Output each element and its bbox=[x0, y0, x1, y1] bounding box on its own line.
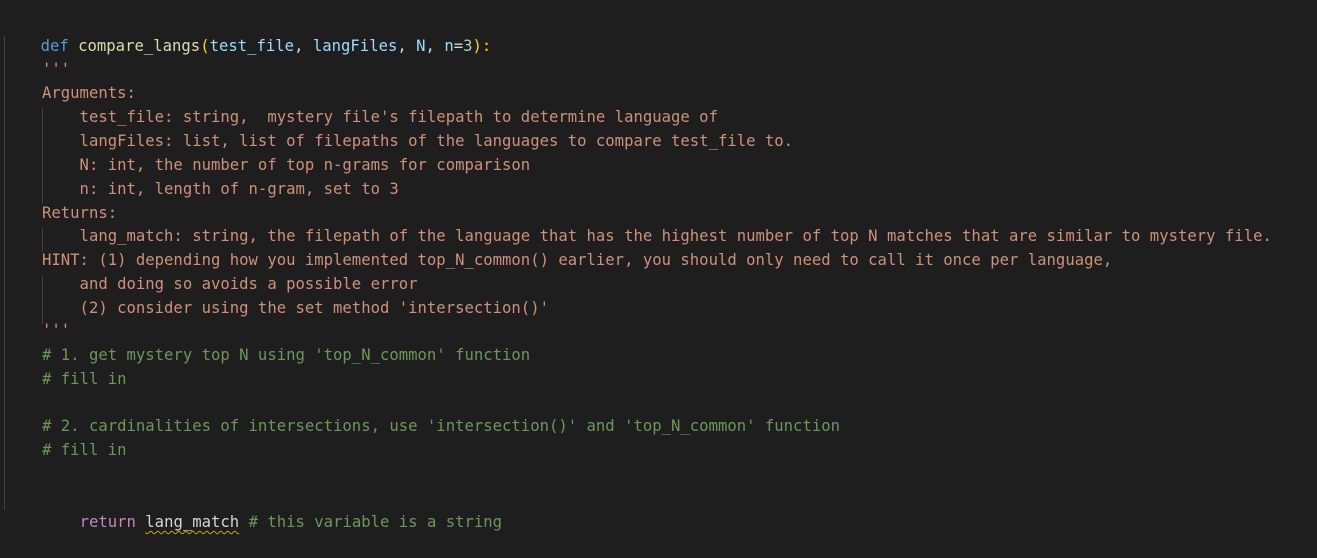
return-comment: # this variable is a string bbox=[239, 513, 503, 531]
open-paren: ( bbox=[200, 37, 210, 55]
docstring-line[interactable]: n: int, length of n-gram, set to 3 bbox=[42, 177, 399, 201]
separator: , bbox=[294, 37, 313, 55]
indent-guide bbox=[4, 36, 5, 510]
separator: , bbox=[397, 37, 417, 55]
docstring-line[interactable]: (2) consider using the set method 'inter… bbox=[42, 296, 549, 320]
docstring-line[interactable]: N: int, the number of top n-grams for co… bbox=[42, 153, 531, 177]
comment-line[interactable]: # fill in bbox=[42, 438, 127, 462]
comment-line[interactable]: # fill in bbox=[42, 367, 127, 391]
docstring-close[interactable]: ''' bbox=[42, 318, 70, 342]
param-test-file: test_file bbox=[209, 37, 295, 55]
docstring-line[interactable]: Returns: bbox=[42, 201, 117, 225]
docstring-open[interactable]: ''' bbox=[42, 57, 70, 81]
function-name: compare_langs bbox=[78, 37, 201, 55]
param-N: N bbox=[416, 37, 426, 55]
param-langfiles: langFiles bbox=[312, 37, 398, 55]
docstring-line[interactable]: HINT: (1) depending how you implemented … bbox=[42, 248, 1112, 272]
code-line-return[interactable]: return lang_match # this variable is a s… bbox=[42, 486, 503, 531]
docstring-line[interactable]: langFiles: list, list of filepaths of th… bbox=[42, 129, 794, 153]
docstring-line[interactable]: and doing so avoids a possible error bbox=[42, 272, 418, 296]
close-signature: ): bbox=[472, 37, 492, 55]
code-line-signature[interactable]: def compare_langs(test_file, langFiles, … bbox=[3, 10, 492, 55]
docstring-line[interactable]: Arguments: bbox=[42, 81, 136, 105]
docstring-line[interactable]: lang_match: string, the filepath of the … bbox=[42, 224, 1272, 248]
def-keyword: def bbox=[40, 37, 69, 55]
comment-line[interactable]: # 1. get mystery top N using 'top_N_comm… bbox=[42, 343, 530, 367]
comment-line[interactable]: # 2. cardinalities of intersections, use… bbox=[42, 414, 840, 438]
return-variable[interactable]: lang_match bbox=[145, 513, 239, 531]
param-n: n bbox=[444, 37, 454, 55]
return-keyword: return bbox=[79, 513, 136, 531]
equals-sign: = bbox=[453, 37, 464, 55]
code-editor[interactable]: def compare_langs(test_file, langFiles, … bbox=[0, 0, 1317, 531]
docstring-line[interactable]: test_file: string, mystery file's filepa… bbox=[42, 105, 718, 129]
separator: , bbox=[425, 37, 445, 55]
